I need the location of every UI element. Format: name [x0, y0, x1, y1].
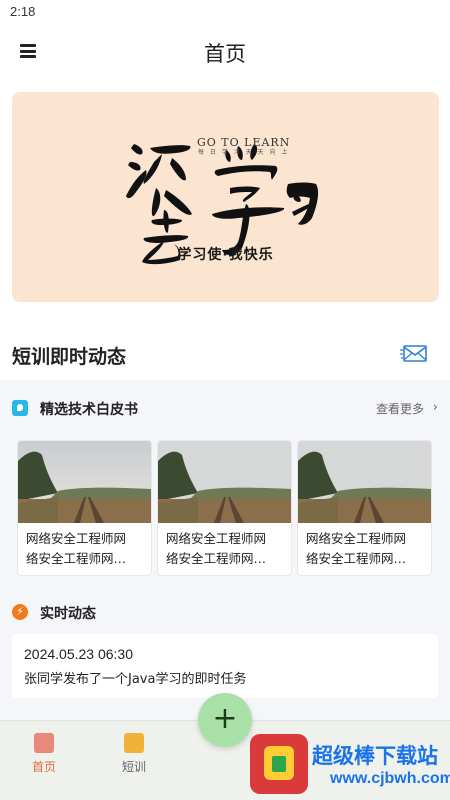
lightning-icon: ⚡: [12, 604, 28, 620]
entry-timestamp: 2024.05.23 06:30: [24, 646, 133, 662]
card-title-line2: 络安全工程师网…: [306, 551, 407, 566]
watermark: 超级棒下载站 www.cjbwh.com: [248, 734, 450, 798]
status-bar: 2:18: [0, 0, 450, 26]
realtime-title: 实时动态: [40, 606, 96, 622]
entry-text: 张同学发布了一个Java学习的即时任务: [24, 672, 247, 687]
banner-slogan: 学习使·我快乐: [177, 247, 274, 263]
card-title-line2: 络安全工程师网…: [166, 551, 267, 566]
page-title: 首页: [204, 42, 246, 66]
app-bar: 首页: [0, 26, 450, 78]
realtime-header: ⚡ 实时动态: [12, 602, 438, 624]
add-button[interactable]: +: [198, 693, 252, 747]
railway-photo-image: [298, 441, 431, 523]
card-title-line1: 网络安全工程师网: [26, 531, 127, 546]
watermark-title: 超级棒下载站: [312, 744, 438, 768]
banner-calligraphy-art: 每 日 学 习 天 天 向 上: [126, 144, 319, 265]
watermark-url: www.cjbwh.com: [330, 770, 450, 787]
location-pin-icon: [12, 400, 28, 416]
card-title-line1: 网络安全工程师网: [306, 531, 407, 546]
whitepaper-card[interactable]: 网络安全工程师网 络安全工程师网…: [297, 440, 432, 576]
card-title-line2: 络安全工程师网…: [26, 551, 127, 566]
nav-label-training: 短训: [121, 760, 146, 774]
mail-icon[interactable]: [400, 340, 428, 366]
chevron-right-icon[interactable]: ›: [433, 400, 438, 415]
document-icon: [124, 733, 144, 753]
section-title: 短训即时动态: [12, 346, 127, 368]
home-icon: [34, 733, 54, 753]
nav-item-home[interactable]: 首页: [14, 733, 74, 775]
whitepaper-card[interactable]: 网络安全工程师网 络安全工程师网…: [17, 440, 152, 576]
card-title-line1: 网络安全工程师网: [166, 531, 267, 546]
nav-item-training[interactable]: 短训: [104, 733, 164, 775]
railway-photo-image: [158, 441, 291, 523]
section-header: 短训即时动态: [12, 340, 438, 370]
whitepaper-title: 精选技术白皮书: [40, 402, 138, 418]
whitepaper-header: 精选技术白皮书 查看更多 ›: [12, 398, 438, 420]
download-site-logo-icon: [250, 734, 308, 794]
banner-english-text: GO TO LEARN: [197, 136, 291, 149]
whitepaper-card[interactable]: 网络安全工程师网 络安全工程师网…: [157, 440, 292, 576]
nav-label-home: 首页: [31, 760, 56, 774]
realtime-entry[interactable]: 2024.05.23 06:30 张同学发布了一个Java学习的即时任务: [12, 634, 438, 698]
railway-photo-image: [18, 441, 151, 523]
svg-text:每 日 学 习 天 天 向 上: 每 日 学 习 天 天 向 上: [198, 148, 289, 156]
view-more-link[interactable]: 查看更多: [376, 400, 424, 417]
banner[interactable]: 每 日 学 习 天 天 向 上 GO TO LEARN 学习使·我快乐: [12, 92, 439, 302]
status-time: 2:18: [10, 4, 36, 19]
